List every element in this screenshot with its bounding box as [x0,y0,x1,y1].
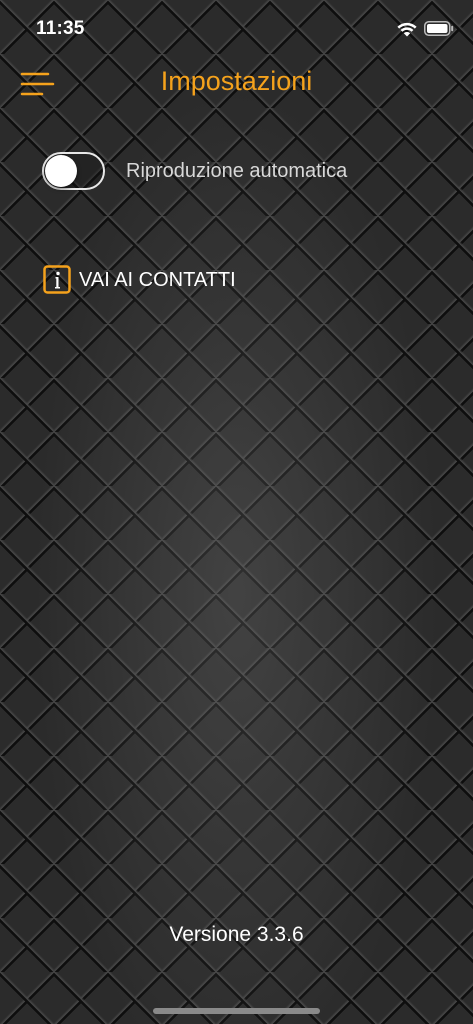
battery-icon [424,21,454,36]
wifi-icon [397,22,417,37]
status-bar: 11:35 [0,0,473,58]
autoplay-setting-row: Riproduzione automatica [40,150,440,192]
status-time: 11:35 [36,18,85,39]
nav-bar: Impostazioni [0,58,473,108]
version-label: Versione 3.3.6 [169,923,304,946]
autoplay-label: Riproduzione automatica [126,160,348,182]
home-indicator [153,1008,320,1014]
page-title: Impostazioni [160,66,313,96]
toggle-knob [45,155,77,187]
contacts-label: VAI AI CONTATTI [79,269,236,291]
contacts-link[interactable]: VAI AI CONTATTI [43,265,303,295]
autoplay-toggle[interactable] [42,152,105,190]
info-icon [43,265,71,294]
